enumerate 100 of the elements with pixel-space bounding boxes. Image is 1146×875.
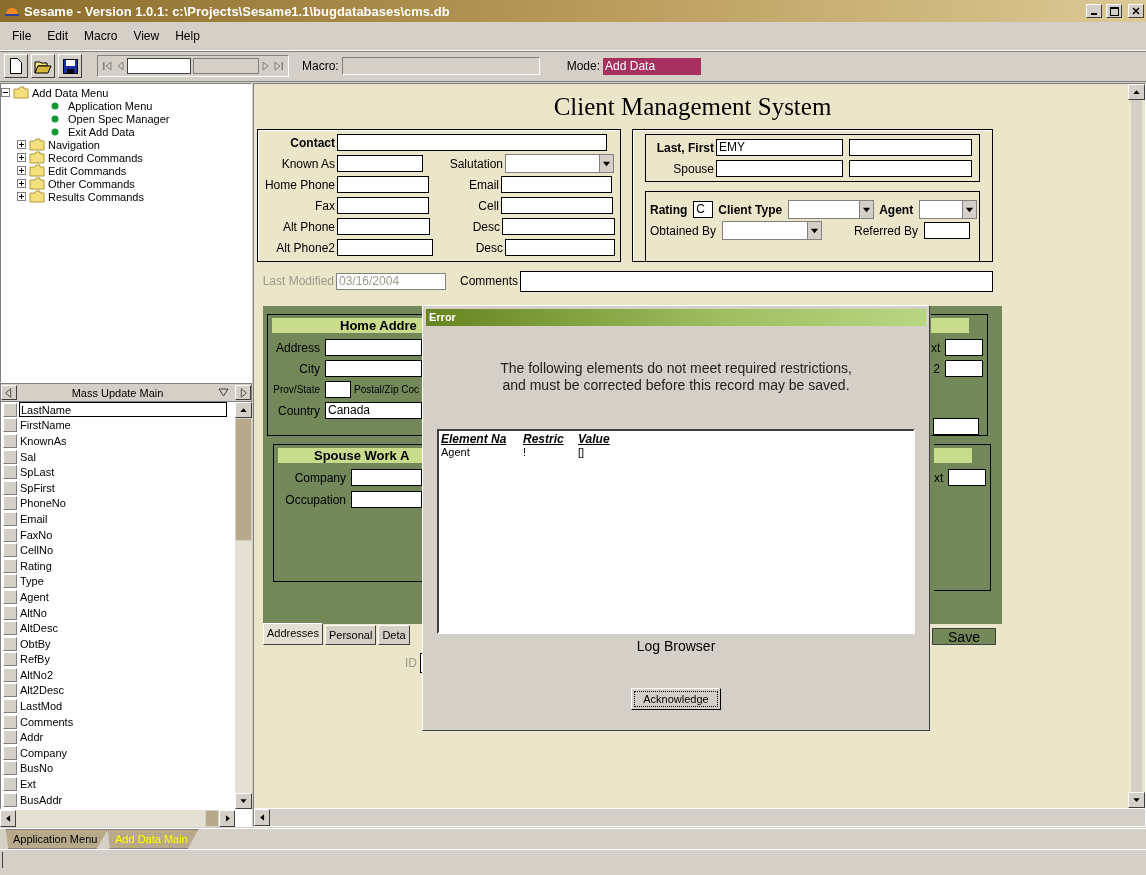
input-field[interactable] — [849, 160, 972, 177]
list-item[interactable]: BusAddr — [19, 792, 227, 808]
list-item[interactable]: SpLast — [19, 464, 227, 480]
row-header[interactable] — [3, 418, 17, 433]
tree-item[interactable]: Navigation — [48, 138, 100, 151]
scroll-left-button[interactable] — [254, 809, 270, 826]
input-field[interactable] — [337, 134, 607, 151]
list-item[interactable]: ObtBy — [19, 636, 227, 652]
input-field[interactable]: Canada — [325, 402, 422, 419]
row-header[interactable] — [3, 496, 17, 511]
tree-item[interactable]: Add Data Menu — [32, 86, 109, 99]
list-item[interactable]: Sal — [19, 449, 227, 465]
list-item[interactable]: PhoneNo — [19, 495, 227, 511]
list-item[interactable]: FirstName — [19, 417, 227, 433]
list-item[interactable]: KnownAs — [19, 433, 227, 449]
scroll-left-button[interactable] — [0, 810, 16, 827]
input-field[interactable] — [924, 222, 970, 239]
list-item[interactable]: LastName — [19, 402, 227, 418]
input-field[interactable]: EMY — [716, 139, 843, 156]
macro-field[interactable] — [341, 57, 540, 75]
row-header[interactable] — [3, 667, 17, 682]
row-header[interactable] — [3, 527, 17, 542]
list-item[interactable]: AltNo — [19, 605, 227, 620]
scroll-down-button[interactable] — [235, 793, 252, 809]
input-field[interactable] — [945, 339, 983, 356]
list-item[interactable]: Type — [19, 573, 227, 589]
input-field[interactable] — [933, 418, 979, 435]
expand-icon[interactable] — [17, 166, 26, 175]
first-record-icon[interactable] — [101, 59, 113, 73]
dropdown-field[interactable] — [722, 221, 823, 240]
input-field[interactable] — [325, 360, 422, 377]
tree-item[interactable]: Open Spec Manager — [68, 112, 170, 125]
list-item[interactable]: Alt2Desc — [19, 683, 227, 698]
menu-item[interactable]: View — [125, 29, 168, 43]
record-field[interactable] — [127, 58, 191, 74]
input-field[interactable] — [849, 139, 972, 156]
list-item[interactable]: Addr — [19, 729, 227, 745]
tab[interactable]: Personal — [325, 625, 377, 645]
input-field[interactable] — [337, 155, 423, 172]
tab[interactable]: Addresses — [263, 623, 323, 645]
list-item[interactable]: Agent — [19, 589, 227, 605]
maximize-button[interactable] — [1106, 4, 1122, 18]
row-header[interactable] — [3, 683, 17, 698]
row-header[interactable] — [3, 589, 17, 604]
tree-item[interactable]: Results Commands — [48, 190, 144, 203]
list-item[interactable]: RefBy — [19, 651, 227, 667]
scroll-right-button[interactable] — [219, 810, 235, 827]
last-record-icon[interactable] — [273, 59, 285, 73]
list-item[interactable]: Comments — [19, 714, 227, 730]
scrollbar-track[interactable] — [1131, 100, 1142, 792]
menu-item[interactable]: Edit — [39, 29, 77, 43]
row-header[interactable] — [3, 745, 17, 760]
input-field[interactable] — [505, 239, 615, 256]
expand-icon[interactable] — [17, 179, 26, 188]
dropdown-field[interactable] — [505, 154, 614, 173]
input-field[interactable] — [948, 469, 986, 486]
menu-item[interactable]: Macro — [76, 29, 126, 43]
new-document-button[interactable] — [4, 54, 28, 78]
scroll-down-button[interactable] — [1128, 792, 1145, 808]
row-header[interactable] — [3, 621, 17, 636]
row-header[interactable] — [3, 574, 17, 589]
row-header[interactable] — [3, 543, 17, 558]
list-item[interactable]: Company — [19, 745, 227, 761]
expand-icon[interactable] — [17, 140, 26, 149]
menu-item[interactable]: File — [4, 29, 40, 43]
input-field[interactable] — [351, 491, 422, 508]
dropdown-icon[interactable] — [218, 388, 229, 397]
row-header[interactable] — [3, 761, 17, 776]
row-header[interactable] — [3, 434, 17, 448]
input-field[interactable] — [337, 218, 430, 235]
row-header[interactable] — [3, 699, 17, 714]
scroll-up-button[interactable] — [1128, 84, 1145, 100]
list-item[interactable]: BusNo — [19, 760, 227, 776]
open-folder-button[interactable] — [31, 54, 55, 78]
save-button[interactable]: Save — [932, 628, 996, 645]
tree-item[interactable]: Other Commands — [48, 177, 135, 190]
list-item[interactable]: SpFirst — [19, 480, 227, 496]
list-item[interactable]: LastMod — [19, 698, 227, 714]
expand-icon[interactable] — [17, 153, 26, 162]
input-field[interactable] — [716, 160, 843, 177]
input-field[interactable] — [325, 339, 422, 356]
row-header[interactable] — [3, 402, 17, 417]
input-field[interactable]: C — [693, 201, 714, 218]
list-item[interactable]: AltNo2 — [19, 667, 227, 683]
row-header[interactable] — [3, 777, 17, 792]
close-button[interactable] — [1128, 4, 1144, 18]
row-header[interactable] — [3, 480, 17, 495]
input-field[interactable] — [501, 176, 612, 193]
input-field[interactable] — [337, 197, 429, 214]
row-header[interactable] — [3, 714, 17, 729]
row-header[interactable] — [3, 730, 17, 745]
tree-item[interactable]: Application Menu — [68, 99, 153, 112]
tree-item[interactable]: Edit Commands — [48, 164, 127, 177]
input-field[interactable] — [945, 360, 983, 377]
menu-item[interactable]: Help — [167, 29, 208, 43]
list-item[interactable]: Email — [19, 511, 227, 527]
tree-item[interactable]: Exit Add Data — [68, 125, 135, 138]
row-header[interactable] — [3, 636, 17, 651]
input-field[interactable] — [337, 239, 433, 256]
list-item[interactable]: FaxNo — [19, 527, 227, 543]
